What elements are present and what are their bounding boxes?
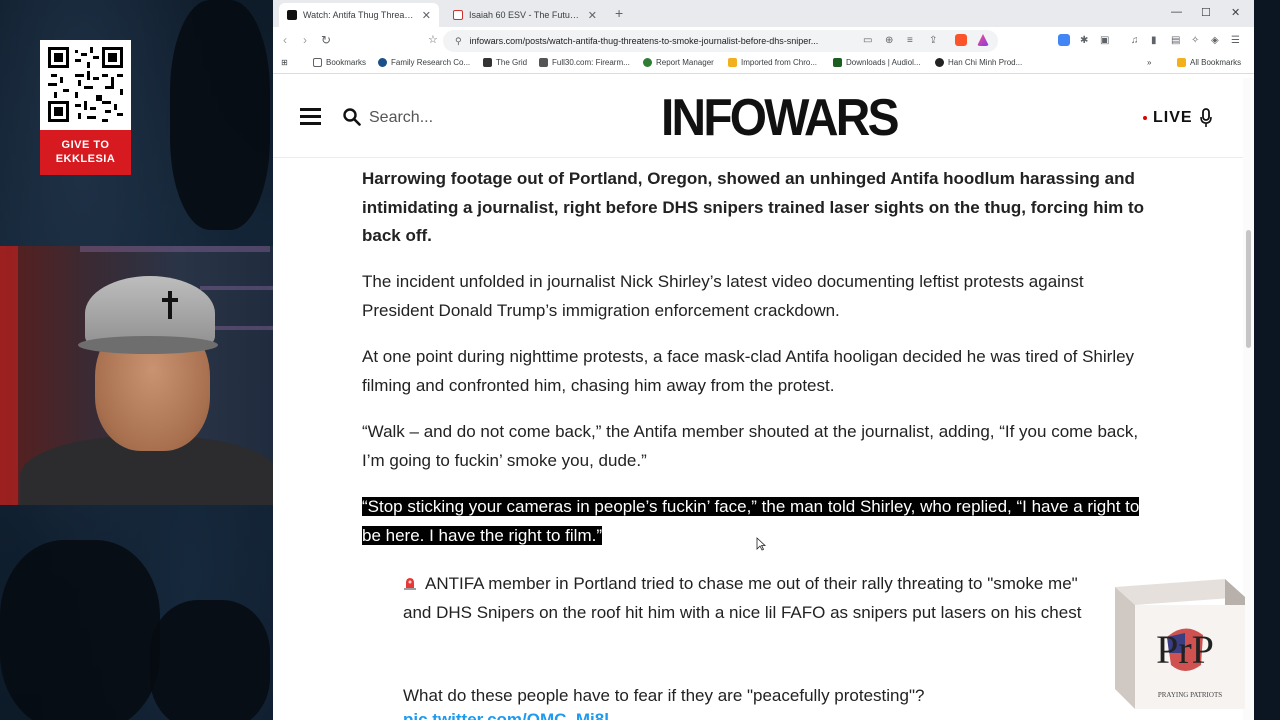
bookmark-label: The Grid (496, 58, 528, 67)
sidebar-icon[interactable]: ▮ (1151, 35, 1157, 46)
reload-icon[interactable]: ↻ (321, 33, 331, 47)
tweet-text-block: ANTIFA member in Portland tried to chase… (403, 570, 1103, 627)
bookmarks-bar: ⊞ Bookmarks Family Research Co... The Gr… (273, 54, 1254, 74)
tab-strip: Watch: Antifa Thug Threatens to ✕ Isaiah… (273, 0, 1254, 27)
qr-label-line1: GIVE TO (61, 139, 110, 151)
infowars-favicon-icon (287, 10, 297, 20)
vpn-icon[interactable]: ◈ (1211, 35, 1219, 46)
minimize-icon[interactable]: — (1171, 6, 1182, 18)
folder-icon (728, 58, 737, 67)
back-icon[interactable]: ‹ (283, 33, 287, 47)
article-paragraph: The incident unfolded in journalist Nick… (362, 272, 1084, 320)
live-dot-icon (1143, 116, 1147, 120)
tweet-question: What do these people have to fear if the… (403, 686, 925, 705)
esv-favicon-icon (453, 10, 463, 20)
close-window-icon[interactable]: ✕ (1231, 6, 1240, 19)
article-paragraph: At one point during nighttime protests, … (362, 347, 1135, 395)
hamburger-menu-icon[interactable] (300, 108, 321, 125)
more-bookmarks-icon[interactable]: » (1147, 58, 1151, 67)
webcam-overlay (0, 246, 297, 505)
donation-qr-card[interactable]: GIVE TO EKKLESIA (40, 40, 131, 175)
url-text: infowars.com/posts/watch-antifa-thug-thr… (469, 36, 819, 46)
bookmark-item[interactable]: The Grid (483, 58, 527, 67)
new-tab-icon[interactable]: + (615, 5, 623, 21)
media-icon[interactable]: ♫ (1131, 35, 1139, 46)
scrollbar-thumb[interactable] (1246, 230, 1251, 348)
article-paragraph: “Walk – and do not come back,” the Antif… (362, 422, 1139, 470)
all-bookmarks-label: All Bookmarks (1190, 58, 1242, 67)
address-bar[interactable]: ⚲ infowars.com/posts/watch-antifa-thug-t… (443, 30, 998, 52)
search-input[interactable]: Search... (369, 109, 433, 127)
cast-icon[interactable]: ▭ (863, 35, 872, 46)
tweet-link[interactable]: pic.twitter.com/QMC_Mi8l... (403, 710, 623, 720)
reader-icon[interactable]: ≡ (907, 35, 913, 46)
tab-active[interactable]: Watch: Antifa Thug Threatens to ✕ (279, 3, 439, 27)
leo-ai-icon[interactable]: ✧ (1191, 35, 1199, 46)
all-bookmarks[interactable]: All Bookmarks (1177, 58, 1241, 67)
bookmark-label: Family Research Co... (391, 58, 471, 67)
cross-icon (162, 291, 178, 319)
praying-patriots-logo: PrP PRAYING PATRIOTS (1115, 579, 1245, 709)
browser-toolbar: ‹ › ↻ ☆ ⚲ infowars.com/posts/watch-antif… (273, 27, 1254, 54)
qr-label-line2: EKKLESIA (55, 153, 116, 165)
grid-icon (483, 58, 492, 67)
maximize-icon[interactable]: ☐ (1201, 6, 1211, 19)
tab-title: Watch: Antifa Thug Threatens to (303, 10, 416, 20)
close-tab-icon[interactable]: ✕ (588, 9, 597, 22)
siren-icon (404, 578, 416, 590)
site-header: Search... INFOWARS LIVE (273, 78, 1243, 158)
bookmark-item[interactable]: Han Chi Minh Prod... (935, 58, 1022, 67)
tweet-text: ANTIFA member in Portland tried to chase… (403, 574, 1082, 622)
microphone-icon (1199, 108, 1212, 127)
apps-grid-icon[interactable]: ⊞ (281, 58, 288, 67)
live-label: LIVE (1153, 109, 1193, 126)
wallet-icon[interactable]: ▤ (1171, 35, 1180, 46)
zoom-icon[interactable]: ⊕ (885, 35, 893, 46)
bookmark-item[interactable]: Full30.com: Firearm... (539, 58, 630, 67)
forward-icon[interactable]: › (303, 33, 307, 47)
menu-icon[interactable]: ☰ (1231, 35, 1240, 46)
bookmark-label: Full30.com: Firearm... (552, 58, 630, 67)
qr-code-icon (48, 47, 123, 122)
bookmark-item[interactable]: Imported from Chro... (728, 58, 817, 67)
brave-shields-icon[interactable] (955, 34, 967, 46)
audiol-icon (833, 58, 842, 67)
cube-logo-text: PrP (1156, 627, 1214, 672)
bookmark-label: Bookmarks (326, 58, 367, 67)
qr-label: GIVE TO EKKLESIA (40, 130, 131, 175)
screenshot-icon[interactable]: ▣ (1100, 35, 1109, 46)
bookmark-label: Downloads | Audiol... (846, 58, 921, 67)
bookmark-label: Imported from Chro... (741, 58, 818, 67)
infowars-logo[interactable]: INFOWARS (661, 88, 900, 148)
live-button[interactable]: LIVE (1143, 108, 1213, 128)
bookmark-item[interactable]: Bookmarks (313, 58, 366, 67)
han-chi-minh-icon (935, 58, 944, 67)
extension-icon[interactable]: ✱ (1080, 35, 1088, 46)
bookmark-label: Han Chi Minh Prod... (948, 58, 1023, 67)
site-info-icon[interactable]: ⚲ (455, 36, 462, 47)
bookmark-item[interactable]: Report Manager (643, 58, 714, 67)
folder-icon (1177, 58, 1186, 67)
search-icon[interactable] (343, 108, 361, 126)
translate-icon[interactable] (1058, 34, 1070, 46)
selected-text: “Stop sticking your cameras in people’s … (362, 497, 1140, 545)
globe-icon (378, 58, 387, 67)
article-lead: Harrowing footage out of Portland, Orego… (362, 169, 1145, 245)
full30-icon (539, 58, 548, 67)
tab-isaiah[interactable]: Isaiah 60 ESV - The Future Glory of Is ✕ (445, 3, 605, 27)
cube-caption: PRAYING PATRIOTS (1158, 691, 1222, 699)
mouse-cursor-icon (756, 537, 766, 551)
report-icon (643, 58, 652, 67)
bookmark-item[interactable]: Family Research Co... (378, 58, 470, 67)
close-tab-icon[interactable]: ✕ (422, 9, 431, 22)
bookmark-folder-icon (313, 58, 322, 67)
bookmark-label: Report Manager (656, 58, 714, 67)
share-icon[interactable]: ⇪ (929, 35, 937, 46)
bookmark-star-icon[interactable]: ☆ (428, 33, 438, 46)
tab-title: Isaiah 60 ESV - The Future Glory of Is (469, 10, 582, 20)
bookmark-item[interactable]: Downloads | Audiol... (833, 58, 921, 67)
